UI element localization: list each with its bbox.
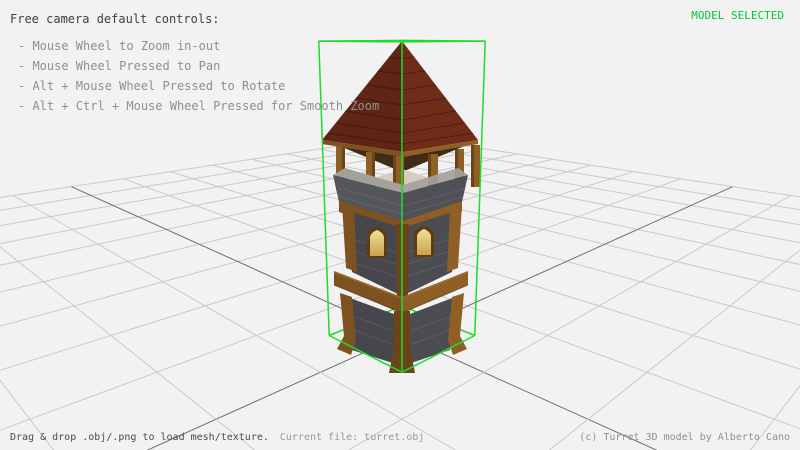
grid-line	[213, 165, 800, 450]
bbox-edge	[475, 41, 485, 335]
model-selected-status: MODEL SELECTED	[691, 9, 784, 22]
help-item: - Mouse Wheel Pressed to Pan	[18, 56, 379, 76]
model-credit: (c) Turret 3D model by Alberto Cano	[579, 432, 790, 443]
bbox-edge	[402, 40, 485, 41]
statusbar-left: Drag & drop .obj/.png to load mesh/textu…	[10, 432, 424, 443]
help-title: Free camera default controls:	[10, 12, 379, 26]
help-item: - Alt + Ctrl + Mouse Wheel Pressed for S…	[18, 96, 379, 116]
window-left	[367, 226, 387, 258]
camera-controls-help: Free camera default controls: - Mouse Wh…	[10, 12, 379, 116]
current-file-label: Current file: turret.obj	[280, 432, 425, 443]
grid-line	[0, 165, 591, 450]
model-viewer-window: Free camera default controls: - Mouse Wh…	[0, 0, 800, 450]
help-item: - Alt + Mouse Wheel Pressed to Rotate	[18, 76, 379, 96]
drop-hint: Drag & drop .obj/.png to load mesh/textu…	[10, 432, 269, 443]
help-item: - Mouse Wheel to Zoom in-out	[18, 36, 379, 56]
roof-right-face	[402, 41, 478, 152]
grid-line	[170, 172, 800, 450]
window-right	[414, 225, 434, 257]
grid-line	[0, 179, 681, 450]
grid-line	[0, 172, 634, 450]
